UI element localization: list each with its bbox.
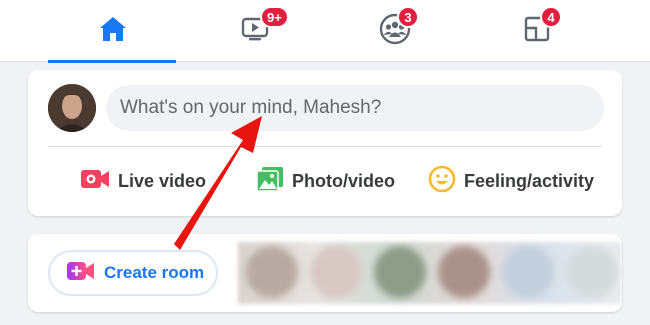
live-video-label: Live video [118,170,207,191]
watch-notification-badge: 9+ [260,6,289,28]
tab-groups[interactable]: 3 [330,0,460,62]
tab-home[interactable] [48,0,178,63]
contact-avatar[interactable] [310,246,362,298]
divider [48,146,602,147]
live-video-button[interactable]: Live video [80,166,206,196]
blurred-contacts-strip [238,242,622,304]
photo-video-label: Photo/video [292,170,395,191]
tab-watch[interactable]: 9+ [190,0,320,62]
create-room-label: Create room [104,263,205,282]
create-room-button[interactable]: Create room [48,250,218,296]
top-nav-bar: 9+ 3 4 [0,0,650,63]
whats-on-your-mind-input[interactable]: What's on your mind, Mahesh? [106,85,604,131]
rooms-card: Create room [28,234,622,312]
gaming-notification-badge: 4 [540,6,562,28]
contact-avatar[interactable] [502,246,554,298]
contact-avatar[interactable] [374,246,426,298]
active-tab-indicator [48,60,176,63]
feeling-activity-button[interactable]: Feeling/activity [428,165,595,198]
live-video-icon [80,167,110,196]
contact-avatar[interactable] [438,246,490,298]
contact-avatar[interactable] [246,246,298,298]
groups-notification-badge: 3 [397,6,419,28]
photo-video-icon [256,166,284,197]
home-icon [98,15,128,48]
post-composer-card: What's on your mind, Mahesh? Live video … [28,70,622,216]
video-plus-icon [66,260,96,287]
feeling-activity-label: Feeling/activity [464,170,595,191]
contact-avatar[interactable] [566,246,618,298]
tab-gaming[interactable]: 4 [472,0,602,62]
feeling-icon [428,165,456,198]
avatar[interactable] [48,84,96,132]
photo-video-button[interactable]: Photo/video [256,166,395,196]
